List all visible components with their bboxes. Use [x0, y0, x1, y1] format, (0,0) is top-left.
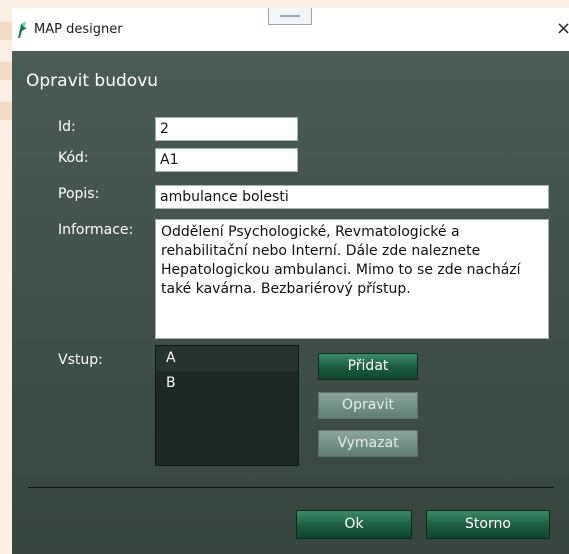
map-designer-icon: [18, 22, 27, 38]
dialog-body: Opravit budovu Id: 2 Kód: A1 Popis: ambu…: [12, 51, 569, 554]
divider: [28, 487, 554, 488]
close-icon[interactable]: ×: [556, 18, 569, 39]
vstup-listbox[interactable]: A B: [155, 345, 299, 466]
pridat-button[interactable]: Přidat: [318, 353, 418, 380]
vstup-label: Vstup:: [58, 352, 103, 368]
map-designer-window: MAP designer × Opravit budovu Id: 2 Kód:…: [12, 8, 569, 554]
dialog-heading: Opravit budovu: [26, 71, 159, 91]
storno-button[interactable]: Storno: [426, 510, 550, 539]
popis-label: Popis:: [58, 186, 100, 202]
list-item[interactable]: B: [156, 371, 298, 396]
kod-field[interactable]: A1: [155, 148, 298, 172]
window-grip-icon[interactable]: [268, 8, 312, 25]
title-bar[interactable]: MAP designer ×: [12, 8, 569, 51]
vymazat-button[interactable]: Vymazat: [318, 430, 418, 457]
ok-button[interactable]: Ok: [296, 510, 412, 539]
informace-textarea[interactable]: Oddělení Psychologické, Revmatologické a…: [155, 219, 549, 339]
kod-label: Kód:: [58, 150, 89, 166]
popis-field[interactable]: ambulance bolesti: [155, 185, 549, 209]
list-item[interactable]: A: [156, 346, 298, 371]
opravit-button[interactable]: Opravit: [318, 392, 418, 419]
id-label: Id:: [58, 119, 76, 135]
window-title: MAP designer: [34, 22, 123, 37]
informace-label: Informace:: [58, 222, 134, 238]
id-field[interactable]: 2: [155, 117, 298, 141]
